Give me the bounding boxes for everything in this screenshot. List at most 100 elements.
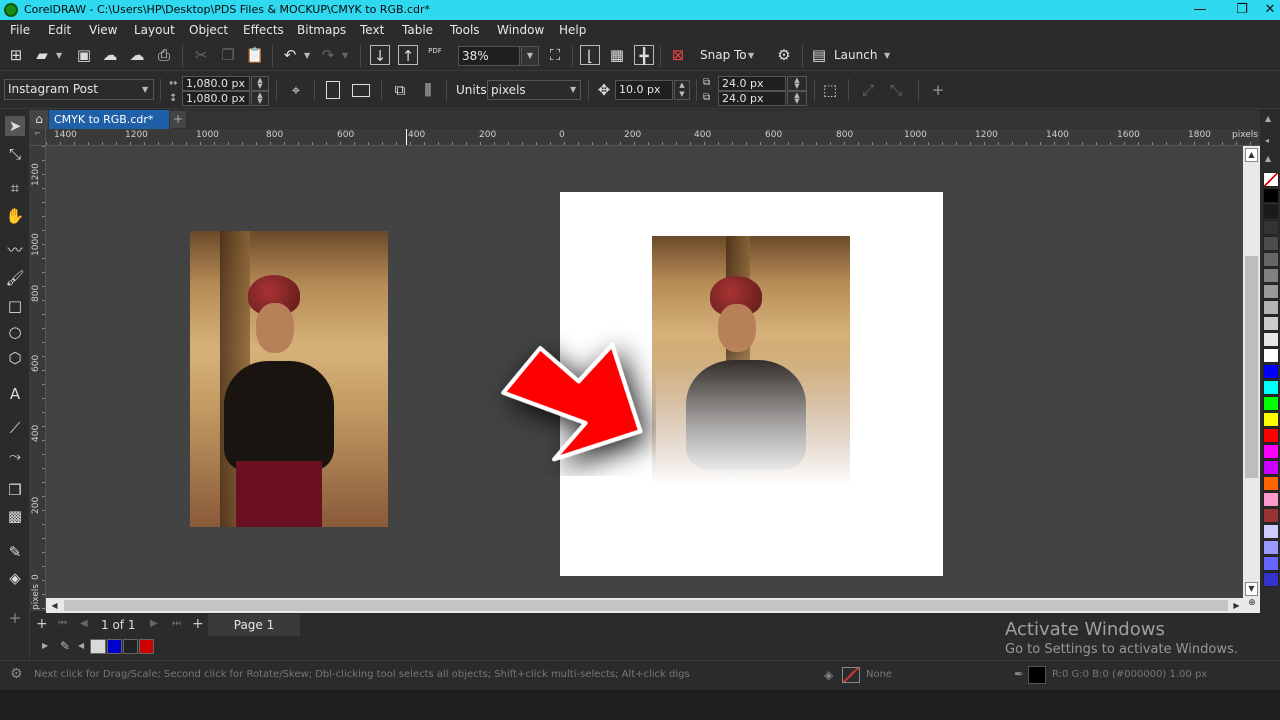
launch-button[interactable]: Launch	[834, 48, 877, 62]
last-page-icon[interactable]: ⏭	[172, 618, 181, 629]
show-rulers-icon[interactable]: ⌊	[580, 45, 600, 65]
palette-swatch[interactable]	[1263, 540, 1279, 555]
transparency-icon[interactable]: ▩	[5, 506, 25, 526]
eyedropper-icon[interactable]: ✎	[5, 542, 25, 562]
add-page-before-icon[interactable]: +	[36, 616, 48, 632]
horizontal-scroll-thumb[interactable]	[64, 600, 1228, 611]
scroll-up-icon[interactable]: ▲	[1245, 148, 1258, 162]
palette-up-icon[interactable]: ▲	[1265, 114, 1271, 123]
page-height-input[interactable]: 1,080.0 px	[182, 91, 250, 106]
palette-swatch[interactable]	[1263, 364, 1279, 379]
palette-menu-icon[interactable]: ◂	[1265, 136, 1269, 145]
width-spinner[interactable]: ▲ ▼	[251, 76, 269, 91]
palette-swatch[interactable]	[1263, 252, 1279, 267]
palette-swatch[interactable]	[1263, 204, 1279, 219]
parallel-dimension-icon[interactable]: ⟋	[5, 418, 25, 438]
palette-swatch[interactable]	[1263, 300, 1279, 315]
new-document-icon[interactable]: ⊞	[6, 45, 26, 65]
gear-icon[interactable]: ⚙	[774, 45, 794, 65]
duplicate-x-input[interactable]: 24.0 px	[718, 76, 786, 91]
new-tab-icon[interactable]: +	[170, 111, 186, 128]
freehand-tool-icon[interactable]: 〰	[5, 240, 25, 260]
palette-swatch[interactable]	[1263, 268, 1279, 283]
cloud-upload-icon[interactable]: ☁	[100, 45, 120, 65]
palette-swatch[interactable]	[1263, 444, 1279, 459]
outline-swatch[interactable]	[1028, 666, 1046, 684]
zoom-nav-icon[interactable]: ⊕	[1244, 598, 1260, 613]
current-page-icon[interactable]: ⫼	[418, 80, 438, 100]
menu-layout[interactable]: Layout	[134, 23, 175, 37]
shape-tool-icon[interactable]: ⤡	[5, 144, 25, 164]
interactive-fill-icon[interactable]: ◈	[5, 568, 25, 588]
drawing-canvas[interactable]	[46, 146, 1244, 598]
copy-icon[interactable]: ❐	[218, 45, 238, 65]
export-icon[interactable]: ↑	[398, 45, 418, 65]
palette-swatch[interactable]	[1263, 316, 1279, 331]
faded-photo[interactable]	[652, 236, 850, 484]
palette-swatch[interactable]	[1263, 556, 1279, 571]
duplicate-y-input[interactable]: 24.0 px	[718, 91, 786, 106]
palette-swatch[interactable]	[1263, 396, 1279, 411]
add-page-after-icon[interactable]: +	[192, 616, 204, 632]
undo-dropdown-icon[interactable]: ▼	[304, 51, 310, 60]
doc-palette-swatch[interactable]	[107, 639, 122, 654]
zoom-dropdown[interactable]: ▼	[521, 46, 539, 66]
redo-icon[interactable]: ↷	[318, 45, 338, 65]
menu-text[interactable]: Text	[360, 23, 384, 37]
connector-tool-icon[interactable]: ⤳	[5, 446, 25, 466]
first-page-icon[interactable]: ⏮	[58, 618, 67, 629]
full-screen-preview-icon[interactable]: ⛶	[545, 45, 565, 65]
crop-tool-icon[interactable]: ⌗	[5, 178, 25, 198]
doc-swatch-none[interactable]	[90, 639, 106, 654]
menu-bitmaps[interactable]: Bitmaps	[297, 23, 346, 37]
import-icon[interactable]: ↓	[370, 45, 390, 65]
artistic-media-icon[interactable]: 🖌	[5, 268, 25, 288]
palette-swatch[interactable]	[1263, 284, 1279, 299]
undo-icon[interactable]: ↶	[280, 45, 300, 65]
palette-scroll-icon[interactable]: ▲	[1265, 154, 1271, 163]
palette-swatch[interactable]	[1263, 348, 1279, 363]
menu-tools[interactable]: Tools	[450, 23, 480, 37]
rectangle-tool-icon[interactable]: □	[5, 296, 25, 316]
treat-as-filled-icon[interactable]: ⬚	[820, 80, 840, 100]
units-select[interactable]: pixels	[487, 80, 581, 100]
zoom-level-input[interactable]: 38%	[458, 46, 520, 66]
home-icon[interactable]: ⌂	[30, 110, 48, 129]
no-color-swatch[interactable]	[1263, 172, 1279, 187]
menu-file[interactable]: File	[10, 23, 30, 37]
vertical-ruler[interactable]: 1200 1000 800 600 400 200 0 pixels	[30, 146, 46, 611]
text-tool-icon[interactable]: A	[5, 384, 25, 404]
menu-edit[interactable]: Edit	[48, 23, 71, 37]
vertical-scroll-thumb[interactable]	[1245, 256, 1258, 478]
publish-pdf-icon[interactable]: PDF	[425, 47, 445, 65]
open-dropdown-icon[interactable]: ▼	[56, 51, 62, 60]
gear-icon[interactable]: ⚙	[10, 666, 23, 682]
open-folder-icon[interactable]: ▰	[32, 45, 52, 65]
launch-icon[interactable]: ▤	[809, 45, 829, 65]
drop-shadow-icon[interactable]: ❒	[5, 480, 25, 500]
palette-swatch[interactable]	[1263, 476, 1279, 491]
menu-view[interactable]: View	[89, 23, 117, 37]
height-spinner[interactable]: ▲ ▼	[251, 91, 269, 106]
original-photo[interactable]	[190, 231, 388, 527]
doc-palette-swatch[interactable]	[139, 639, 154, 654]
nudge-distance-input[interactable]: 10.0 px	[615, 80, 673, 100]
paste-icon[interactable]: 📋	[245, 45, 265, 65]
next-page-icon[interactable]: ▶	[150, 618, 158, 629]
launch-dropdown-icon[interactable]: ▼	[884, 51, 890, 60]
palette-swatch[interactable]	[1263, 428, 1279, 443]
prev-page-icon[interactable]: ◀	[80, 618, 88, 629]
palette-swatch[interactable]	[1263, 492, 1279, 507]
eyedropper-icon[interactable]: ✎	[60, 639, 70, 653]
cloud-download-icon[interactable]: ☁	[127, 45, 147, 65]
redo-dropdown-icon[interactable]: ▼	[342, 51, 348, 60]
horizontal-scrollbar[interactable]: ◀ ▶	[46, 598, 1244, 613]
snap-off-icon[interactable]: ⊠	[668, 45, 688, 65]
palette-swatch[interactable]	[1263, 412, 1279, 427]
palette-swatch[interactable]	[1263, 236, 1279, 251]
palette-swatch[interactable]	[1263, 332, 1279, 347]
doc-palette-swatch[interactable]	[123, 639, 138, 654]
scroll-left-icon[interactable]: ◀	[48, 599, 61, 612]
cut-icon[interactable]: ✂	[191, 45, 211, 65]
ellipse-tool-icon[interactable]: ○	[5, 322, 25, 342]
